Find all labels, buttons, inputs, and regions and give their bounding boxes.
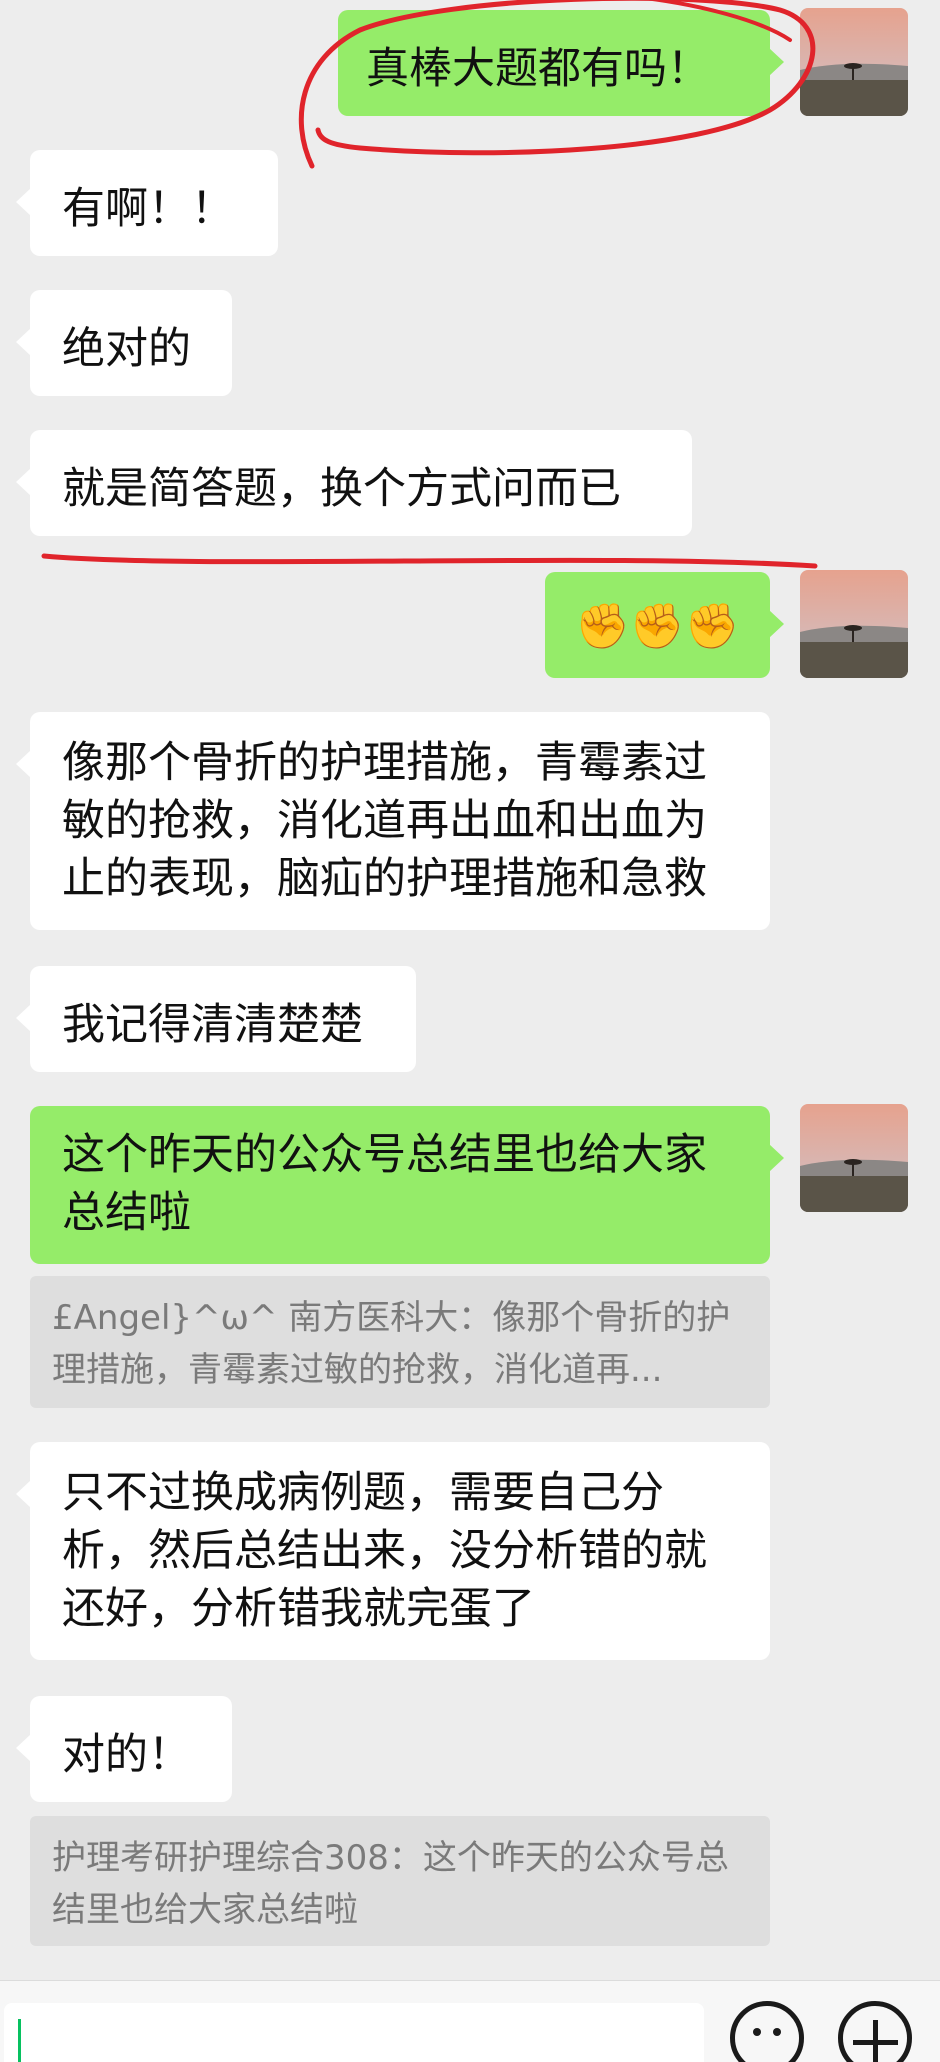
message-bubble-incoming[interactable]: 对的！ [16,1696,232,1802]
message-text: 我记得清清楚楚 [62,1000,363,1050]
message-bubble-incoming[interactable]: 绝对的 [16,290,232,396]
quoted-message[interactable]: 护理考研护理综合308：这个昨天的公众号总结里也给大家总结啦 [30,1816,770,1946]
message-text: 绝对的 [62,324,191,374]
message-text: 这个昨天的公众号总结里也给大家总结啦 [62,1130,707,1238]
message-bubble-incoming[interactable]: 就是简答题，换个方式问而已 [16,430,692,536]
message-bubble-incoming[interactable]: 有啊！！ [16,150,278,256]
smiley-face-icon[interactable] [730,2001,804,2062]
message-bubble-outgoing[interactable]: ✊✊✊ [545,572,784,678]
message-bubble-incoming[interactable]: 我记得清清楚楚 [16,966,416,1072]
message-text: 对的！ [62,1730,191,1780]
smiley-face-glyph [753,2028,781,2036]
sunset-landscape-avatar-icon [800,1104,908,1212]
user-avatar[interactable] [800,8,908,116]
quoted-text: 护理考研护理综合308：这个昨天的公众号总结里也给大家总结啦 [52,1838,729,1930]
sunset-landscape-avatar-icon [800,570,908,678]
plus-circle-icon[interactable] [838,2001,912,2062]
message-bubble-outgoing[interactable]: 真棒大题都有吗！ [338,10,784,116]
raised-fist-emoji: ✊✊✊ [575,601,740,652]
message-text: 像那个骨折的护理措施，青霉素过敏的抢救，消化道再出血和出血为止的表现，脑疝的护理… [62,738,707,904]
message-text: 有啊！！ [62,184,234,234]
user-avatar[interactable] [800,1104,908,1212]
message-text: 就是简答题，换个方式问而已 [62,464,621,514]
message-input[interactable] [4,2003,704,2062]
message-bubble-incoming[interactable]: 像那个骨折的护理措施，青霉素过敏的抢救，消化道再出血和出血为止的表现，脑疝的护理… [16,712,770,930]
text-cursor [18,2019,21,2062]
message-bubble-outgoing[interactable]: 这个昨天的公众号总结里也给大家总结啦 [30,1106,784,1264]
sunset-landscape-avatar-icon [800,8,908,116]
user-avatar[interactable] [800,570,908,678]
red-underline-annotation [41,553,818,569]
message-text: 真棒大题都有吗！ [366,44,710,94]
chat-input-bar [0,1980,940,2062]
quoted-message[interactable]: £Angel}^ω^ 南方医科大：像那个骨折的护理措施，青霉素过敏的抢救，消化道… [30,1276,770,1408]
message-bubble-incoming[interactable]: 只不过换成病例题，需要自己分析，然后总结出来，没分析错的就还好，分析错我就完蛋了 [16,1442,770,1660]
message-text: 只不过换成病例题，需要自己分析，然后总结出来，没分析错的就还好，分析错我就完蛋了 [62,1468,707,1634]
plus-glyph [853,2020,898,2062]
quoted-text: £Angel}^ω^ 南方医科大：像那个骨折的护理措施，青霉素过敏的抢救，消化道… [52,1298,731,1390]
